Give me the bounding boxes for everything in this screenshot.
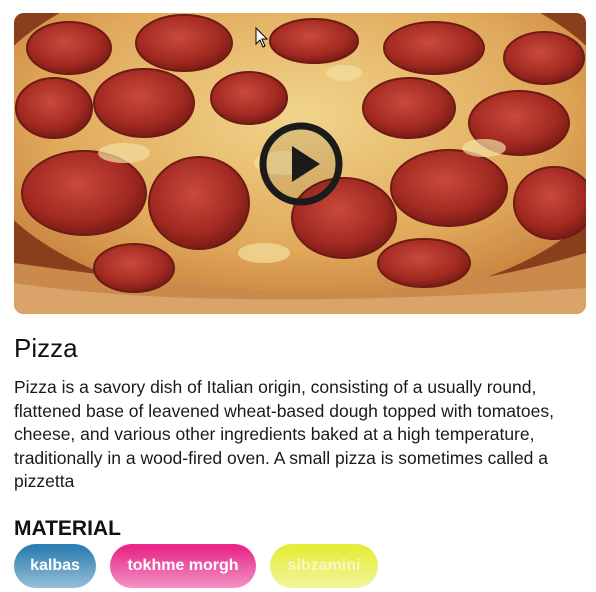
mouse-cursor-icon <box>255 26 269 49</box>
video-thumbnail[interactable] <box>14 13 586 314</box>
play-icon <box>259 122 343 206</box>
recipe-title: Pizza <box>14 333 78 363</box>
material-chip-sibzamini[interactable]: sibzamini <box>270 544 378 588</box>
recipe-card: Pizza Pizza is a savory dish of Italian … <box>0 0 596 592</box>
play-button[interactable] <box>258 121 344 207</box>
material-chip-list: kalbas tokhme morgh sibzamini <box>14 544 378 588</box>
material-heading: MATERIAL <box>14 517 121 540</box>
material-chip-tokhme-morgh[interactable]: tokhme morgh <box>110 544 256 588</box>
recipe-description: Pizza is a savory dish of Italian origin… <box>14 377 554 492</box>
material-chip-kalbas[interactable]: kalbas <box>14 544 96 588</box>
